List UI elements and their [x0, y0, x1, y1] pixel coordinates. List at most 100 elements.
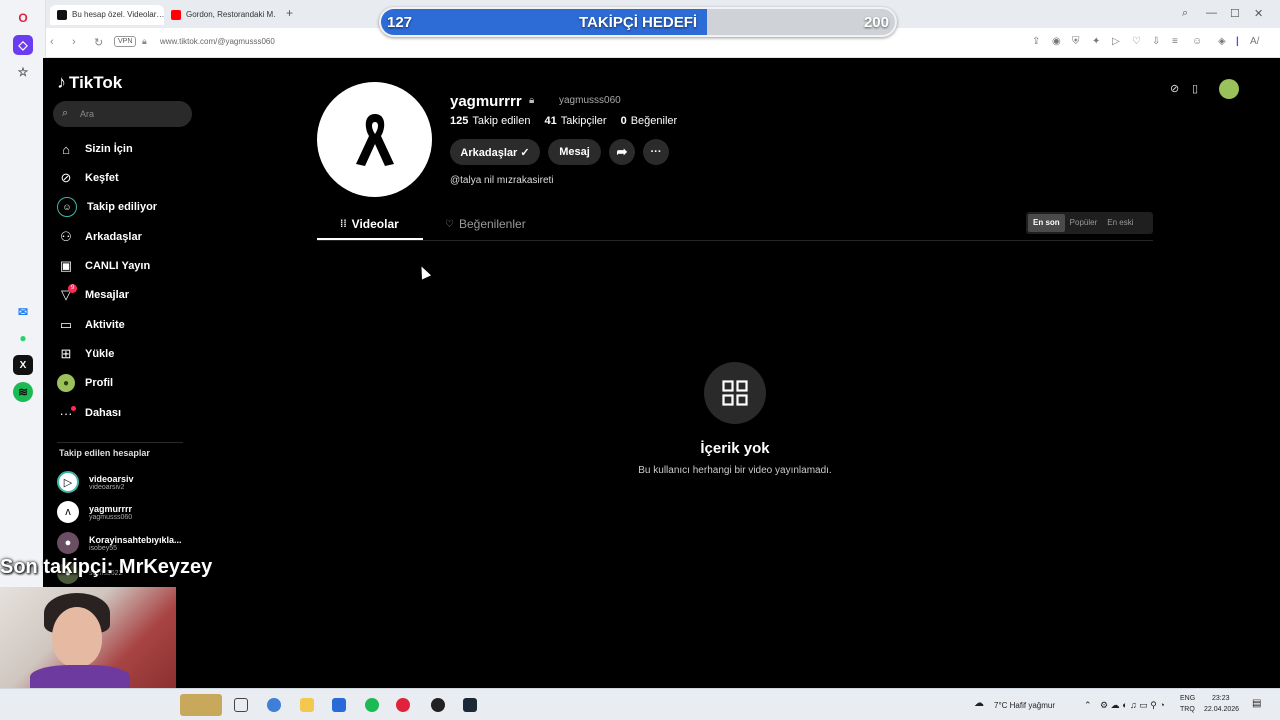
compass-small-icon[interactable]: ⊘	[1170, 82, 1179, 95]
player-icon[interactable]: ▷	[1112, 36, 1120, 47]
store-icon[interactable]	[332, 698, 346, 712]
browser-sidebar: O ◇ ☆ ✉ ● X ≋	[0, 0, 46, 688]
nav-messages[interactable]: ▽ 9 Mesajlar	[57, 284, 129, 306]
message-button[interactable]: Mesaj	[548, 139, 601, 165]
youtube-favicon-icon	[171, 10, 181, 20]
download-icon[interactable]: ⇩	[1152, 36, 1160, 47]
avatar: ▷	[57, 471, 79, 493]
lang-bottom[interactable]: TRQ	[1180, 706, 1195, 713]
ai-icon[interactable]: A/	[1250, 36, 1259, 47]
file-explorer-icon[interactable]	[300, 698, 314, 712]
lang-top[interactable]: ENG	[1180, 695, 1195, 702]
following-account[interactable]: ● Korayinsahtebıyıkla... isobey55	[57, 530, 182, 556]
stat-followers[interactable]: 41 Takipçiler	[544, 115, 606, 127]
widgets-icon[interactable]	[180, 694, 222, 716]
obs-icon[interactable]	[431, 698, 445, 712]
compass-icon: ⊘	[60, 170, 72, 185]
spotify-taskbar-icon[interactable]	[365, 698, 379, 712]
tab-liked[interactable]: ♡ Beğenilenler	[445, 217, 526, 231]
nav-friends[interactable]: ⚇ Arkadaşlar	[57, 226, 142, 248]
account-icon[interactable]: ☺	[1192, 36, 1202, 47]
clock-date[interactable]: 22.04.2026	[1204, 706, 1239, 713]
sort-popular[interactable]: Popüler	[1065, 214, 1103, 232]
nav-live[interactable]: ▣ CANLI Yayın	[57, 255, 150, 277]
user-avatar-icon[interactable]	[1219, 79, 1239, 99]
activity-icon: ▭	[59, 317, 73, 332]
tab-videos[interactable]: ⁞⁞ Videolar	[340, 217, 399, 231]
menu-icon[interactable]: ≡	[1172, 36, 1178, 47]
notification-icon[interactable]: ▤	[1252, 698, 1261, 709]
search-box[interactable]: ⌕	[53, 101, 192, 127]
steam-icon[interactable]	[463, 698, 477, 712]
mouse-cursor-icon	[416, 264, 432, 280]
pinboard-icon[interactable]: ☆	[13, 62, 33, 82]
black-ribbon-icon	[355, 113, 394, 166]
vpn-badge[interactable]: VPN	[114, 36, 137, 47]
sort-oldest[interactable]: En eski	[1102, 214, 1138, 232]
search-input[interactable]	[80, 105, 185, 123]
close-button[interactable]: ✕	[1254, 7, 1263, 20]
message-count-badge: 9	[68, 284, 77, 293]
more-options-icon[interactable]: ···	[643, 139, 669, 165]
windows-taskbar: ☁ 7°C Hafif yağmur ⌃ ⚙ ☁ ◐ ♫ ▭ ⚲ ◔ ENG T…	[0, 688, 1280, 720]
forward-icon[interactable]: ›	[72, 36, 76, 48]
private-lock-icon: 🔒︎	[529, 95, 535, 106]
search-tabs-icon[interactable]: ⌕	[1182, 7, 1188, 20]
tab-tiktok[interactable]: Bu hesap özel. Videolar…	[50, 5, 164, 25]
tabs-divider	[317, 240, 1153, 241]
x-icon[interactable]: X	[13, 355, 33, 375]
nav-activity[interactable]: ▭ Aktivite	[57, 314, 125, 336]
stat-following[interactable]: 125 Takip edilen	[450, 115, 530, 127]
nav-profile[interactable]: ● Profil	[57, 372, 113, 394]
snapshot-icon[interactable]: ◉	[1052, 36, 1061, 47]
tray-chevron-icon[interactable]: ⌃	[1084, 700, 1092, 711]
weather-text[interactable]: 7°C Hafif yağmur	[994, 701, 1055, 710]
aria-icon[interactable]: ◇	[13, 35, 33, 55]
following-account[interactable]: ᴧ yagmurrrr yagmusss060	[57, 499, 132, 525]
maximize-button[interactable]: ☐	[1230, 7, 1240, 20]
nav-following[interactable]: ☺ Takip ediliyor	[57, 196, 157, 218]
url-field[interactable]: www.tiktok.com/@yagmusss060	[160, 37, 275, 46]
phone-icon[interactable]: ▯	[1192, 82, 1198, 95]
tray-icons[interactable]: ⚙ ☁ ◐ ♫ ▭ ⚲ ◔	[1100, 700, 1165, 711]
messages-icon: ▽ 9	[57, 284, 77, 304]
following-header: Takip edilen hesaplar	[59, 448, 150, 458]
tiktok-logo[interactable]: ♪ TikTok	[57, 72, 122, 93]
nav-more[interactable]: ··· Dahası	[57, 402, 122, 424]
goal-label: TAKİPÇİ HEDEFİ	[578, 14, 698, 31]
nav-for-you[interactable]: ⌂ Sizin İçin	[57, 138, 133, 160]
copilot-icon[interactable]	[267, 698, 281, 712]
back-icon[interactable]: ‹	[50, 36, 54, 48]
following-account[interactable]: ▷ videoarsiv videoarsiv2	[57, 469, 134, 495]
nav-upload[interactable]: ⊞ Yükle	[57, 343, 115, 365]
liked-heart-icon: ♡	[445, 218, 454, 230]
reload-icon[interactable]: ↻	[94, 36, 103, 49]
share-profile-icon[interactable]: ➦	[609, 139, 635, 165]
live-icon: ▣	[59, 258, 73, 273]
sort-latest[interactable]: En son	[1028, 214, 1065, 232]
share-icon[interactable]: ⇪	[1032, 36, 1040, 47]
task-view-icon[interactable]	[234, 698, 248, 712]
whatsapp-icon[interactable]: ●	[13, 328, 33, 348]
shield-icon[interactable]: ⛨	[1072, 36, 1080, 47]
tab-youtube[interactable]: Gordon, Restorandaki M…	[164, 5, 276, 25]
profile-handle: yagmusss060	[559, 95, 621, 106]
extension-icon[interactable]: ✦	[1092, 36, 1100, 47]
nav-explore[interactable]: ⊘ Keşfet	[57, 167, 119, 189]
webcam-overlay	[0, 587, 176, 688]
minimize-button[interactable]: —	[1206, 7, 1217, 19]
messenger-icon[interactable]: ✉	[13, 302, 33, 322]
profile-stats: 125 Takip edilen 41 Takipçiler 0 Beğeniler	[450, 115, 677, 127]
friends-button[interactable]: Arkadaşlar ✓	[450, 139, 540, 165]
bookmark-icon[interactable]: ♡	[1132, 36, 1141, 47]
puzzle-icon[interactable]: ◈	[1218, 36, 1226, 47]
opera-logo-icon[interactable]: O	[13, 8, 33, 28]
aria-bar-icon[interactable]: |	[1236, 36, 1239, 47]
grid-icon: ⁞⁞	[340, 218, 347, 230]
tiktok-favicon-icon	[57, 10, 67, 20]
opera-taskbar-icon[interactable]	[396, 698, 410, 712]
clock-time[interactable]: 23:23	[1212, 695, 1230, 702]
new-tab-button[interactable]: +	[286, 6, 293, 20]
avatar: ᴧ	[57, 501, 79, 523]
spotify-icon[interactable]: ≋	[13, 382, 33, 402]
